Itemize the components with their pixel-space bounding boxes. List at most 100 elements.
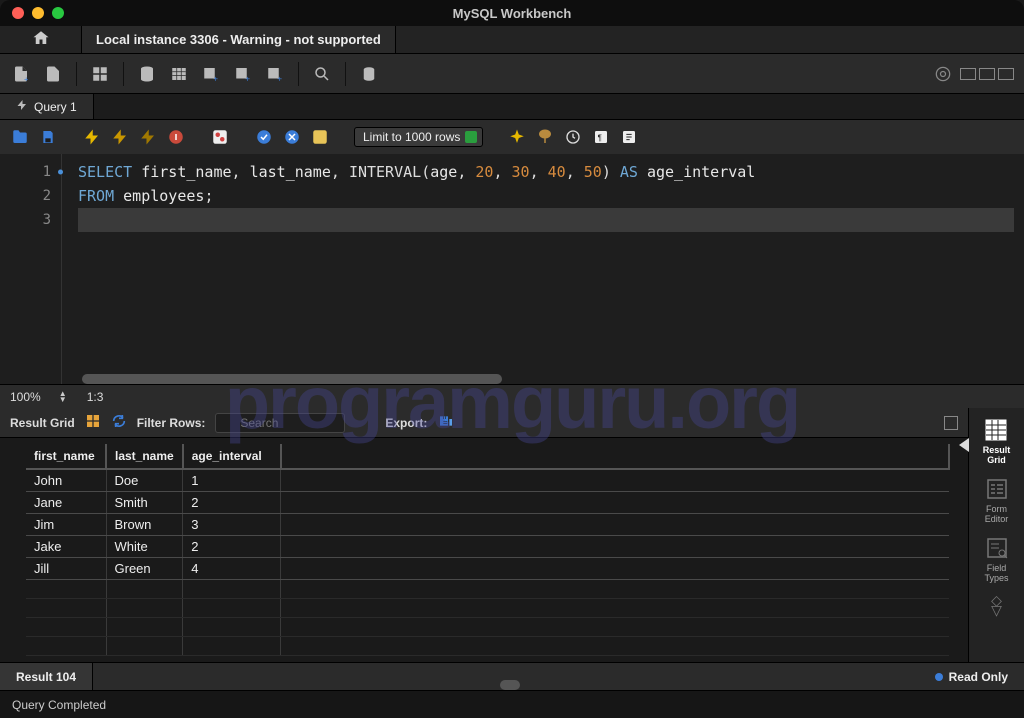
read-only-label: Read Only: [949, 670, 1008, 684]
refresh-button[interactable]: [358, 63, 380, 85]
snippets-button[interactable]: [619, 127, 639, 147]
home-tab[interactable]: [0, 26, 82, 53]
db-add-table-button[interactable]: +: [200, 63, 222, 85]
inspector-button[interactable]: [89, 63, 111, 85]
table-row[interactable]: JillGreen4: [26, 558, 949, 580]
db-add-routine-button[interactable]: +: [264, 63, 286, 85]
zoom-stepper[interactable]: ▲▼: [59, 391, 69, 403]
sql-editor[interactable]: 1 2 3 SELECT first_name, last_name, INTE…: [0, 154, 1024, 384]
table-cell[interactable]: 2: [183, 492, 281, 514]
db-tables-button[interactable]: [168, 63, 190, 85]
form-editor-mode[interactable]: Form Editor: [984, 477, 1010, 524]
execute-button[interactable]: [82, 127, 102, 147]
grid-icon[interactable]: [85, 413, 101, 432]
svg-text:+: +: [24, 74, 29, 83]
table-cell[interactable]: 1: [183, 469, 281, 492]
open-sql-button[interactable]: [10, 127, 30, 147]
scroll-arrows[interactable]: ◇▽: [991, 595, 1002, 615]
right-panel-toggle[interactable]: [998, 68, 1014, 80]
result-side-panel: Result Grid Form Editor Field Types ◇▽: [968, 408, 1024, 662]
table-cell[interactable]: 2: [183, 536, 281, 558]
read-only-indicator: Read Only: [935, 663, 1024, 690]
column-header[interactable]: last_name: [106, 444, 183, 469]
connection-tab-bar: Local instance 3306 - Warning - not supp…: [0, 26, 1024, 54]
line-number: 3: [0, 208, 61, 232]
bottom-scrollbar-thumb[interactable]: [500, 680, 520, 690]
beautify-button[interactable]: [507, 127, 527, 147]
result-grid-mode[interactable]: Result Grid: [983, 418, 1011, 465]
result-tab[interactable]: Result 104: [0, 663, 93, 690]
commit-button[interactable]: [254, 127, 274, 147]
connection-tab[interactable]: Local instance 3306 - Warning - not supp…: [82, 26, 396, 53]
table-cell[interactable]: White: [106, 536, 183, 558]
main-toolbar: + + + +: [0, 54, 1024, 94]
result-grid-mode-label: Result Grid: [983, 445, 1011, 465]
result-tab-label: Result 104: [16, 670, 76, 684]
rollback-button[interactable]: [282, 127, 302, 147]
toggle-whitespace-button[interactable]: [310, 127, 330, 147]
svg-text:+: +: [245, 74, 250, 83]
query-tab[interactable]: Query 1: [0, 94, 94, 119]
table-cell[interactable]: Jake: [26, 536, 106, 558]
table-row-empty: [26, 637, 949, 656]
settings-button[interactable]: [932, 63, 954, 85]
table-cell[interactable]: 4: [183, 558, 281, 580]
zoom-level[interactable]: 100%: [10, 390, 41, 404]
save-sql-button[interactable]: [38, 127, 58, 147]
table-row-empty: [26, 618, 949, 637]
export-label: Export:: [385, 416, 427, 430]
table-cell[interactable]: Jill: [26, 558, 106, 580]
result-grid[interactable]: first_namelast_nameage_interval JohnDoe1…: [0, 438, 968, 662]
horizontal-scrollbar[interactable]: [82, 374, 502, 384]
bottom-panel-toggle[interactable]: [979, 68, 995, 80]
connection-tab-label: Local instance 3306 - Warning - not supp…: [96, 32, 381, 47]
new-file-button[interactable]: +: [10, 63, 32, 85]
table-cell[interactable]: 3: [183, 514, 281, 536]
find-button[interactable]: [535, 127, 555, 147]
toggle-autocommit-button[interactable]: [210, 127, 230, 147]
stop-button[interactable]: [166, 127, 186, 147]
line-number: 1: [0, 160, 61, 184]
readonly-dot-icon: [935, 673, 943, 681]
table-row[interactable]: JimBrown3: [26, 514, 949, 536]
db-add-view-button[interactable]: +: [232, 63, 254, 85]
column-header[interactable]: age_interval: [183, 444, 281, 469]
left-panel-toggle[interactable]: [960, 68, 976, 80]
table-cell-spacer: [281, 536, 949, 558]
invisible-chars-button[interactable]: [563, 127, 583, 147]
caret-left-icon[interactable]: [959, 438, 969, 452]
editor-gutter: 1 2 3: [0, 154, 62, 384]
table-cell[interactable]: John: [26, 469, 106, 492]
table-row-empty: [26, 580, 949, 599]
export-button[interactable]: [437, 413, 455, 432]
result-options-button[interactable]: [944, 416, 958, 430]
table-cell[interactable]: Jim: [26, 514, 106, 536]
table-row[interactable]: JaneSmith2: [26, 492, 949, 514]
wrap-button[interactable]: ¶: [591, 127, 611, 147]
table-cell[interactable]: Smith: [106, 492, 183, 514]
refresh-icon[interactable]: [111, 413, 127, 432]
open-file-button[interactable]: [42, 63, 64, 85]
editor-content[interactable]: SELECT first_name, last_name, INTERVAL(a…: [62, 154, 1024, 384]
home-icon: [32, 29, 50, 50]
table-cell[interactable]: Green: [106, 558, 183, 580]
table-cell[interactable]: Brown: [106, 514, 183, 536]
table-row[interactable]: JohnDoe1: [26, 469, 949, 492]
svg-text:+: +: [213, 74, 218, 83]
column-header[interactable]: first_name: [26, 444, 106, 469]
table-row-empty: [26, 599, 949, 618]
execute-current-button[interactable]: [110, 127, 130, 147]
table-cell[interactable]: Doe: [106, 469, 183, 492]
query-toolbar: Limit to 1000 rows ¶: [0, 120, 1024, 154]
limit-rows-label: Limit to 1000 rows: [354, 127, 483, 147]
limit-rows-select[interactable]: Limit to 1000 rows: [354, 127, 483, 147]
db-cylinder-button[interactable]: [136, 63, 158, 85]
table-row[interactable]: JakeWhite2: [26, 536, 949, 558]
search-button[interactable]: [311, 63, 333, 85]
table-cell[interactable]: Jane: [26, 492, 106, 514]
filter-input[interactable]: [215, 413, 345, 433]
svg-text:¶: ¶: [598, 133, 602, 142]
field-types-mode[interactable]: Field Types: [984, 536, 1010, 583]
cursor-position: 1:3: [87, 390, 104, 404]
explain-button[interactable]: [138, 127, 158, 147]
